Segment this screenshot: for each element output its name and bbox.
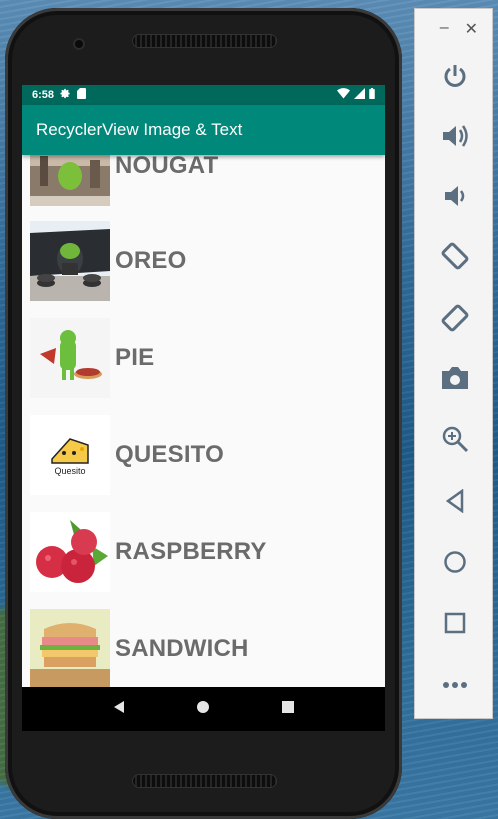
status-time: 6:58 bbox=[32, 89, 55, 101]
item-label: QUESITO bbox=[115, 440, 224, 468]
nav-back-button[interactable] bbox=[112, 700, 126, 719]
volume-up-icon bbox=[442, 125, 468, 147]
item-label: PIE bbox=[115, 343, 155, 371]
list-item-nougat[interactable]: NOUGAT bbox=[22, 155, 385, 214]
status-bar: 6:58 bbox=[22, 85, 385, 105]
item-label: OREO bbox=[115, 246, 187, 274]
back-icon bbox=[445, 489, 463, 513]
home-icon bbox=[443, 551, 466, 573]
front-camera bbox=[73, 38, 85, 50]
item-label: RASPBERRY bbox=[115, 537, 267, 565]
list-item-quesito[interactable]: Quesito QUESITO bbox=[22, 406, 385, 503]
item-label: SANDWICH bbox=[115, 634, 249, 662]
list-item-pie[interactable]: PIE bbox=[22, 309, 385, 406]
screenshot-button[interactable] bbox=[415, 358, 494, 398]
list-item-raspberry[interactable]: RASPBERRY bbox=[22, 503, 385, 600]
recycler-list[interactable]: NOUGAT OREO PIE Quesito QUESITO RASPBERR… bbox=[22, 155, 385, 687]
battery-icon bbox=[369, 88, 375, 102]
more-icon bbox=[442, 682, 467, 688]
wifi-icon bbox=[337, 88, 350, 102]
minimize-icon[interactable]: – bbox=[440, 19, 449, 39]
nougat-image bbox=[30, 155, 110, 206]
bottom-speaker bbox=[132, 774, 277, 788]
zoom-button[interactable] bbox=[415, 419, 494, 459]
camera-icon bbox=[441, 367, 468, 389]
close-icon[interactable]: ✕ bbox=[465, 19, 478, 39]
zoom-icon bbox=[442, 426, 468, 453]
oreo-image bbox=[30, 220, 110, 301]
emulator-toolbar: – ✕ bbox=[414, 8, 493, 719]
app-bar: RecyclerView Image & Text bbox=[22, 105, 385, 155]
overview-button[interactable] bbox=[415, 603, 494, 643]
list-item-oreo[interactable]: OREO bbox=[22, 212, 385, 309]
volume-down-button[interactable] bbox=[415, 176, 494, 216]
nav-home-button[interactable] bbox=[196, 700, 210, 719]
raspberry-image bbox=[30, 511, 110, 592]
rotate-left-button[interactable] bbox=[415, 236, 494, 276]
quesito-image: Quesito bbox=[30, 414, 110, 495]
sd-card-icon bbox=[77, 88, 87, 102]
home-button[interactable] bbox=[415, 542, 494, 582]
volume-down-icon bbox=[444, 186, 464, 206]
phone-screen: 6:58 RecyclerView Image & Text NOUGAT OR… bbox=[22, 85, 385, 731]
pie-image bbox=[30, 317, 110, 398]
more-button[interactable] bbox=[415, 665, 494, 705]
nav-recents-button[interactable] bbox=[281, 700, 295, 719]
overview-icon bbox=[444, 612, 465, 634]
quesito-logo-text: Quesito bbox=[54, 465, 86, 476]
power-button[interactable] bbox=[415, 56, 494, 96]
list-item-sandwich[interactable]: SANDWICH bbox=[22, 600, 385, 687]
rotate-left-icon bbox=[441, 242, 468, 270]
app-title: RecyclerView Image & Text bbox=[36, 120, 243, 139]
sandwich-image bbox=[30, 608, 110, 687]
volume-up-button[interactable] bbox=[415, 116, 494, 156]
settings-icon bbox=[60, 88, 71, 102]
top-speaker bbox=[132, 34, 277, 48]
rotate-right-icon bbox=[441, 304, 468, 332]
signal-icon bbox=[354, 88, 365, 102]
rotate-right-button[interactable] bbox=[415, 298, 494, 338]
navigation-bar bbox=[22, 687, 385, 731]
item-label: NOUGAT bbox=[115, 155, 219, 179]
back-button[interactable] bbox=[415, 481, 494, 521]
power-icon bbox=[444, 65, 465, 87]
